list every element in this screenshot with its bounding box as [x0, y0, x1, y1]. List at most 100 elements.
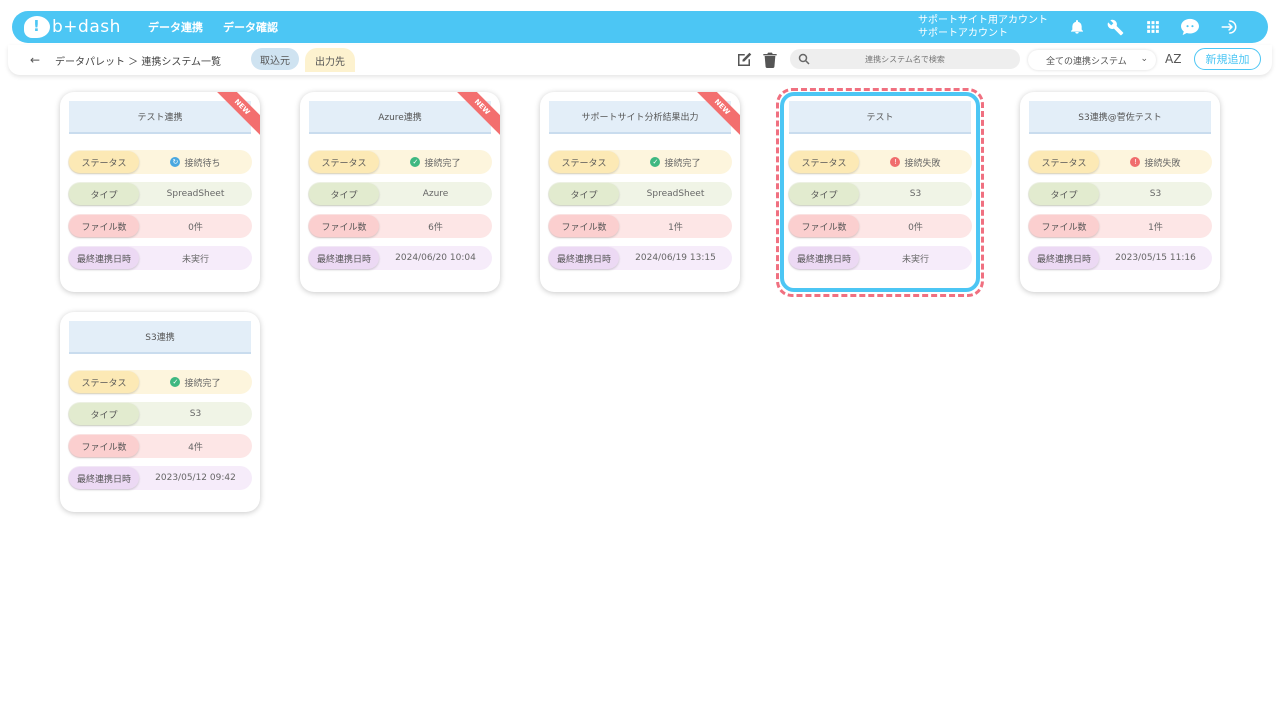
- status-row: ステータス ↻ 接続待ち: [68, 150, 252, 174]
- logo-text: b+dash: [52, 17, 121, 37]
- system-filter-value: 全ての連携システム: [1046, 56, 1127, 67]
- last-sync-value: 未実行: [901, 254, 929, 265]
- logo[interactable]: b+dash: [24, 16, 124, 38]
- files-row: ファイル数 6件: [308, 214, 492, 238]
- integration-card-test[interactable]: テスト ステータス! 接続失敗 タイプ S3 ファイル数 0件 最終連携日時 未実行: [780, 92, 980, 292]
- error-icon: !: [890, 157, 901, 167]
- trash-icon[interactable]: [760, 50, 780, 70]
- nav-data-integration[interactable]: データ連携: [148, 19, 203, 35]
- type-value: Azure: [422, 189, 449, 199]
- search-icon: [798, 53, 810, 65]
- check-circle-icon: ✓: [410, 157, 421, 167]
- type-value: S3: [189, 409, 202, 419]
- edit-icon[interactable]: [734, 50, 754, 70]
- type-value: S3: [909, 189, 922, 199]
- card-title: テスト連携: [69, 101, 251, 134]
- files-row: ファイル数 0件: [788, 214, 972, 238]
- files-label: ファイル数: [1029, 215, 1099, 237]
- error-icon: !: [1130, 157, 1141, 167]
- top-navigation-bar: b+dash データ連携 データ確認 サポートサイト用アカウント サポートアカウ…: [12, 11, 1268, 43]
- tab-import-source[interactable]: 取込元: [251, 48, 299, 70]
- integration-card-support-site[interactable]: サポートサイト分析結果出力 NEW ステータス ✓ 接続完了 タイプ SpreadSh…: [540, 92, 740, 292]
- logo-mark-icon: [24, 16, 50, 38]
- waiting-icon: ↻: [170, 157, 181, 167]
- last-sync-value: 未実行: [181, 254, 209, 265]
- files-label: ファイル数: [549, 215, 619, 237]
- sort-az-icon[interactable]: AZ: [1165, 52, 1181, 66]
- files-value: 0件: [908, 222, 923, 233]
- add-new-button[interactable]: 新規追加: [1194, 48, 1261, 70]
- integration-card-s3-sugasa[interactable]: S3連携@菅佐テスト ステータス! 接続失敗 タイプ S3 ファイル数 1件 最終連携…: [1020, 92, 1220, 292]
- nav-data-check[interactable]: データ確認: [223, 19, 278, 35]
- last-sync-row: 最終連携日時 未実行: [788, 246, 972, 270]
- last-sync-row: 最終連携日時 2023/05/12 09:42: [68, 466, 252, 490]
- status-row: ステータス! 接続失敗: [1028, 150, 1212, 174]
- logout-icon[interactable]: [1218, 16, 1240, 38]
- type-label: タイプ: [1029, 183, 1099, 205]
- type-label: タイプ: [549, 183, 619, 205]
- last-sync-row: 最終連携日時 未実行: [68, 246, 252, 270]
- card-title: テスト: [789, 101, 971, 134]
- card-title: Azure連携: [309, 101, 491, 134]
- status-value: ! 接続失敗: [859, 156, 972, 169]
- bell-icon[interactable]: [1066, 16, 1088, 38]
- last-sync-label: 最終連携日時: [309, 247, 379, 269]
- files-value: 0件: [188, 222, 203, 233]
- status-value: ! 接続失敗: [1099, 156, 1212, 169]
- type-label: タイプ: [69, 403, 139, 425]
- wrench-icon[interactable]: [1104, 16, 1126, 38]
- files-value: 4件: [188, 442, 203, 453]
- files-row: ファイル数 4件: [68, 434, 252, 458]
- type-row: タイプ S3: [788, 182, 972, 206]
- integration-card-s3[interactable]: S3連携 ステータス ✓ 接続完了 タイプ S3 ファイル数 4件 最終連携日時 2023…: [60, 312, 260, 512]
- type-row: タイプ SpreadSheet: [548, 182, 732, 206]
- tab-output-destination[interactable]: 出力先: [305, 48, 355, 72]
- status-label: ステータス: [1029, 151, 1099, 173]
- last-sync-value: 2024/06/20 10:04: [395, 253, 476, 263]
- system-filter-select[interactable]: 全ての連携システム ⌄: [1028, 50, 1156, 70]
- type-row: タイプ S3: [1028, 182, 1212, 206]
- last-sync-value: 2023/05/15 11:16: [1115, 253, 1196, 263]
- last-sync-label: 最終連携日時: [1029, 247, 1099, 269]
- check-circle-icon: ✓: [650, 157, 661, 167]
- card-title: サポートサイト分析結果出力: [549, 101, 731, 134]
- integration-card-azure[interactable]: Azure連携 NEW ステータス ✓ 接続完了 タイプ Azure ファイル数 6件 …: [300, 92, 500, 292]
- last-sync-label: 最終連携日時: [549, 247, 619, 269]
- last-sync-label: 最終連携日時: [69, 247, 139, 269]
- back-arrow-icon[interactable]: ←: [30, 53, 40, 67]
- last-sync-row: 最終連携日時 2023/05/15 11:16: [1028, 246, 1212, 270]
- files-label: ファイル数: [789, 215, 859, 237]
- type-value: SpreadSheet: [166, 189, 225, 199]
- files-label: ファイル数: [69, 215, 139, 237]
- files-row: ファイル数 1件: [1028, 214, 1212, 238]
- chevron-down-icon: ⌄: [1140, 54, 1148, 64]
- chat-icon[interactable]: [1179, 16, 1201, 38]
- type-row: タイプ SpreadSheet: [68, 182, 252, 206]
- type-label: タイプ: [309, 183, 379, 205]
- account-name: サポートサイト用アカウント: [918, 15, 1048, 26]
- files-label: ファイル数: [69, 435, 139, 457]
- account-info[interactable]: サポートサイト用アカウント サポートアカウント: [918, 14, 1048, 40]
- integration-card-test-renkei[interactable]: テスト連携 NEW ステータス ↻ 接続待ち タイプ SpreadSheet ファイル…: [60, 92, 260, 292]
- type-value: SpreadSheet: [646, 189, 705, 199]
- files-row: ファイル数 1件: [548, 214, 732, 238]
- last-sync-row: 最終連携日時 2024/06/19 13:15: [548, 246, 732, 270]
- status-row: ステータス ✓ 接続完了: [68, 370, 252, 394]
- files-label: ファイル数: [309, 215, 379, 237]
- last-sync-label: 最終連携日時: [69, 467, 139, 489]
- search-input[interactable]: [810, 54, 1000, 64]
- files-value: 6件: [428, 222, 443, 233]
- check-circle-icon: ✓: [170, 377, 181, 387]
- status-row: ステータス ✓ 接続完了: [548, 150, 732, 174]
- last-sync-value: 2023/05/12 09:42: [155, 473, 236, 483]
- status-row: ステータス ✓ 接続完了: [308, 150, 492, 174]
- grid-icon[interactable]: [1142, 16, 1164, 38]
- files-row: ファイル数 0件: [68, 214, 252, 238]
- card-title: S3連携: [69, 321, 251, 354]
- status-label: ステータス: [789, 151, 859, 173]
- account-user: サポートアカウント: [918, 28, 1008, 39]
- type-row: タイプ S3: [68, 402, 252, 426]
- last-sync-value: 2024/06/19 13:15: [635, 253, 716, 263]
- type-label: タイプ: [789, 183, 859, 205]
- sub-toolbar: ← データパレット ＞ 連携システム一覧 取込元 出力先 全ての連携システム ⌄…: [8, 45, 1272, 75]
